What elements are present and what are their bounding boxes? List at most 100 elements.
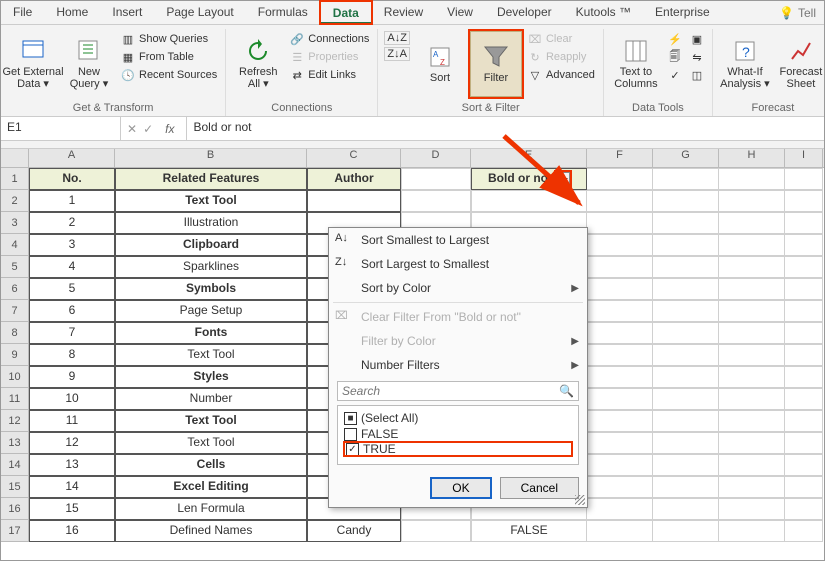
- col-header[interactable]: E: [471, 149, 587, 167]
- col-header[interactable]: D: [401, 149, 471, 167]
- cell[interactable]: 9: [29, 366, 115, 388]
- cancel-icon[interactable]: ✕: [127, 122, 137, 136]
- text-to-columns-button[interactable]: Text to Columns: [610, 31, 662, 97]
- col-header[interactable]: H: [719, 149, 785, 167]
- cell[interactable]: [653, 476, 719, 498]
- cell[interactable]: Candy: [307, 520, 401, 542]
- cell[interactable]: Len Formula: [115, 498, 307, 520]
- cell[interactable]: [587, 520, 653, 542]
- cell[interactable]: [587, 454, 653, 476]
- row-header[interactable]: 11: [1, 388, 29, 410]
- tab-enterprise[interactable]: Enterprise: [643, 1, 722, 24]
- cell[interactable]: Text Tool: [115, 410, 307, 432]
- cell[interactable]: [785, 234, 823, 256]
- cell[interactable]: [719, 190, 785, 212]
- ok-button[interactable]: OK: [430, 477, 491, 499]
- tab-review[interactable]: Review: [372, 1, 435, 24]
- recent-sources-button[interactable]: 🕓Recent Sources: [119, 67, 219, 83]
- what-if-analysis-button[interactable]: ? What-If Analysis ▾: [719, 31, 771, 97]
- col-header[interactable]: B: [115, 149, 307, 167]
- tab-formulas[interactable]: Formulas: [246, 1, 320, 24]
- sort-button[interactable]: AZ Sort: [414, 31, 466, 97]
- cell[interactable]: 14: [29, 476, 115, 498]
- manage-data-model-button[interactable]: ◫: [688, 67, 706, 83]
- cell[interactable]: [587, 432, 653, 454]
- cell[interactable]: [653, 168, 719, 190]
- cell[interactable]: [587, 256, 653, 278]
- cell[interactable]: [587, 498, 653, 520]
- cell[interactable]: [719, 344, 785, 366]
- cell[interactable]: 13: [29, 454, 115, 476]
- tab-file[interactable]: File: [1, 1, 44, 24]
- sort-desc-icon[interactable]: Z↓A: [384, 47, 410, 61]
- menu-number-filters[interactable]: Number Filters▶: [329, 353, 587, 377]
- cell[interactable]: [785, 476, 823, 498]
- cell[interactable]: [653, 366, 719, 388]
- col-header[interactable]: G: [653, 149, 719, 167]
- cell[interactable]: 11: [29, 410, 115, 432]
- cell[interactable]: 3: [29, 234, 115, 256]
- cell[interactable]: [719, 454, 785, 476]
- relationships-button[interactable]: ⇋: [688, 49, 706, 65]
- cell[interactable]: [719, 300, 785, 322]
- col-header[interactable]: A: [29, 149, 115, 167]
- cell[interactable]: Page Setup: [115, 300, 307, 322]
- cell[interactable]: [653, 410, 719, 432]
- cell[interactable]: [785, 300, 823, 322]
- cell[interactable]: [785, 366, 823, 388]
- cell[interactable]: [401, 190, 471, 212]
- cell[interactable]: [587, 322, 653, 344]
- tell-me[interactable]: 💡Tell: [771, 1, 824, 24]
- cell[interactable]: [653, 212, 719, 234]
- cell[interactable]: [587, 212, 653, 234]
- cell[interactable]: [719, 432, 785, 454]
- cell[interactable]: Number: [115, 388, 307, 410]
- menu-sort-by-color[interactable]: Sort by Color▶: [329, 276, 587, 300]
- filter-item-true[interactable]: ✓TRUE: [344, 442, 572, 456]
- filter-search-input[interactable]: [342, 384, 559, 398]
- cell[interactable]: [719, 322, 785, 344]
- header-cell[interactable]: Related Features: [115, 168, 307, 190]
- sort-asc-icon[interactable]: A↓Z: [384, 31, 410, 45]
- cell[interactable]: Text Tool: [115, 190, 307, 212]
- cell[interactable]: [653, 520, 719, 542]
- remove-duplicates-button[interactable]: 🗐: [666, 49, 684, 65]
- row-header[interactable]: 6: [1, 278, 29, 300]
- cell[interactable]: [785, 344, 823, 366]
- get-external-data-button[interactable]: Get External Data ▾: [7, 31, 59, 97]
- cell[interactable]: [653, 190, 719, 212]
- cell[interactable]: [653, 432, 719, 454]
- select-all-corner[interactable]: [1, 149, 29, 167]
- tab-kutools[interactable]: Kutools ™: [564, 1, 643, 24]
- formula-value[interactable]: Bold or not: [187, 117, 257, 140]
- cell[interactable]: [653, 300, 719, 322]
- row-header[interactable]: 10: [1, 366, 29, 388]
- cell[interactable]: FALSE: [471, 520, 587, 542]
- filter-dropdown-button[interactable]: [556, 172, 570, 186]
- row-header[interactable]: 3: [1, 212, 29, 234]
- row-header[interactable]: 5: [1, 256, 29, 278]
- cell[interactable]: [587, 300, 653, 322]
- row-header[interactable]: 9: [1, 344, 29, 366]
- filter-search[interactable]: 🔍: [337, 381, 579, 401]
- cell[interactable]: [471, 190, 587, 212]
- tab-insert[interactable]: Insert: [100, 1, 154, 24]
- cell[interactable]: [653, 498, 719, 520]
- resize-grip[interactable]: [575, 495, 585, 505]
- cell[interactable]: 1: [29, 190, 115, 212]
- cell[interactable]: Illustration: [115, 212, 307, 234]
- cell[interactable]: [785, 212, 823, 234]
- filter-item-select-all[interactable]: ■(Select All): [344, 410, 572, 426]
- cell[interactable]: [587, 278, 653, 300]
- cell[interactable]: Clipboard: [115, 234, 307, 256]
- row-header[interactable]: 2: [1, 190, 29, 212]
- row-header[interactable]: 1: [1, 168, 29, 190]
- cell[interactable]: [587, 234, 653, 256]
- cell[interactable]: [719, 410, 785, 432]
- cell[interactable]: [307, 190, 401, 212]
- cell[interactable]: [719, 234, 785, 256]
- cell[interactable]: [719, 278, 785, 300]
- connections-button[interactable]: 🔗Connections: [288, 31, 371, 47]
- cell[interactable]: Text Tool: [115, 344, 307, 366]
- cell[interactable]: Excel Editing: [115, 476, 307, 498]
